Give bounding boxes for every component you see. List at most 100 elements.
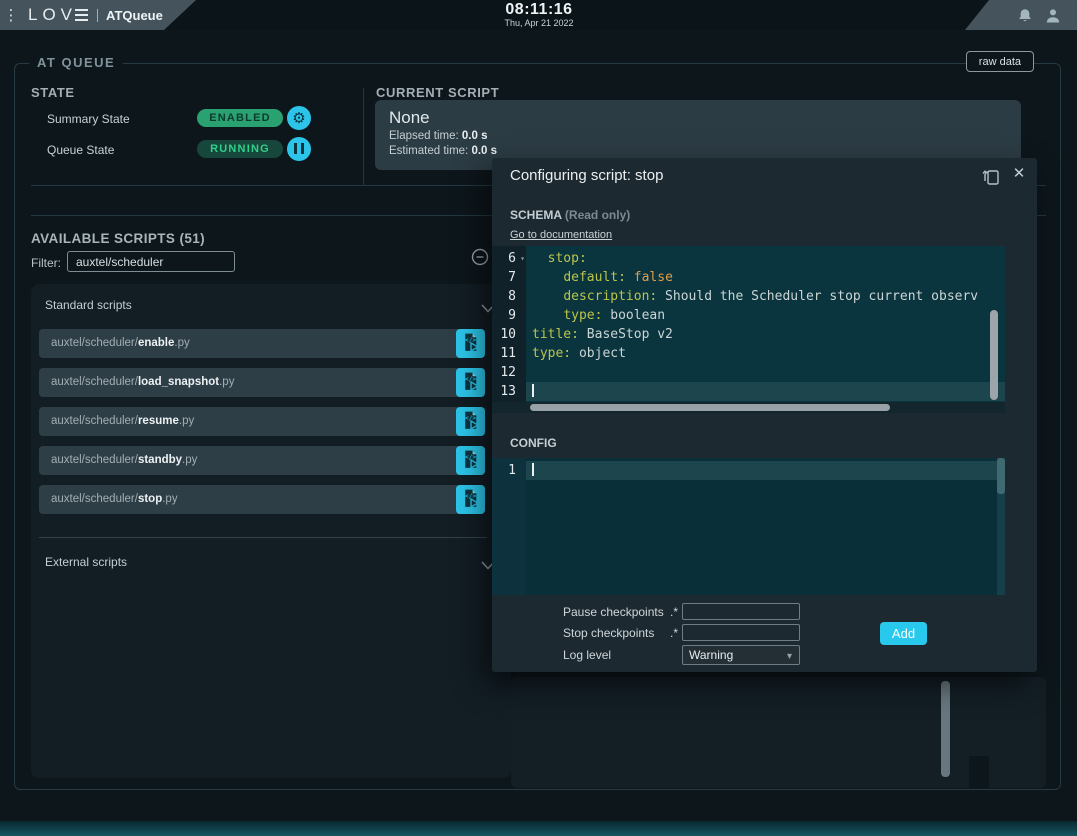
modal-title: Configuring script: stop [510,167,663,184]
summary-state-gear-button[interactable]: ⚙ [287,106,311,130]
code-line: 7 default: false [492,268,1005,287]
close-icon[interactable]: ✕ [1010,165,1028,183]
topbar-left-section: ⋮ LOV ATQueue [0,0,196,30]
vertical-scrollbar[interactable] [997,458,1005,494]
schema-code-editor[interactable]: 6▾ stop:7 default: false8 description: S… [492,246,1005,413]
script-file-icon: </> [460,488,481,512]
stop-checkpoints-label: Stop checkpoints [563,626,654,640]
line-number: 1 [492,461,526,480]
top-navigation-bar: ⋮ LOV ATQueue 08:11:16 Thu, Apr 21 2022 [0,0,1077,30]
script-list-item[interactable]: auxtel/scheduler/enable.py </> [39,329,485,358]
summary-state-label: Summary State [47,112,130,126]
elapsed-time: Elapsed time: 0.0 s [389,129,1021,144]
log-level-select[interactable]: Warning ▾ [682,645,800,665]
atqueue-view: ⋮ LOV ATQueue 08:11:16 Thu, Apr 21 2022 [0,0,1077,836]
notifications-bell-icon[interactable] [1017,8,1033,23]
pause-queue-button[interactable] [287,137,311,161]
script-path: auxtel/scheduler/load_snapshot.py [51,368,234,397]
launch-script-button[interactable]: </> [456,485,485,514]
estimated-time: Estimated time: 0.0 s [389,144,1021,159]
script-list-item[interactable]: auxtel/scheduler/resume.py </> [39,407,485,436]
section-divider [363,88,364,186]
page-title: ATQueue [106,8,163,23]
line-number: 11 [492,344,526,363]
launch-script-button[interactable]: </> [456,329,485,358]
available-scripts-title: AVAILABLE SCRIPTS (51) [31,231,205,246]
code-line: 13 [492,382,1005,401]
clock-date: Thu, Apr 21 2022 [468,18,610,28]
code-line: 11type: object [492,344,1005,363]
configure-script-modal: Configuring script: stop ✕ SCHEMA (Read … [492,158,1037,672]
stop-checkpoints-hint: .* [660,626,678,640]
script-path: auxtel/scheduler/resume.py [51,407,194,436]
launch-script-button[interactable]: </> [456,407,485,436]
menu-kebab-icon[interactable]: ⋮ [0,6,22,24]
log-level-label: Log level [563,648,611,662]
scripts-group-divider [39,537,487,538]
detach-window-icon[interactable] [978,167,1002,187]
scripts-list-container: Standard scripts auxtel/scheduler/enable… [31,284,511,778]
code-line: 10title: BaseStop v2 [492,325,1005,344]
script-path: auxtel/scheduler/stop.py [51,485,178,514]
stop-checkpoints-input[interactable] [682,624,800,641]
clock: 08:11:16 Thu, Apr 21 2022 [468,1,610,28]
script-list-item[interactable]: auxtel/scheduler/standby.py </> [39,446,485,475]
config-section-title: CONFIG [510,436,557,450]
clock-time: 08:11:16 [468,1,610,18]
code-line: 8 description: Should the Scheduler stop… [492,287,1005,306]
line-number: 10 [492,325,526,344]
code-line: 1 [492,461,1005,480]
user-account-icon[interactable] [1045,8,1061,23]
script-file-icon: </> [460,410,481,434]
summary-state-badge: ENABLED [197,109,283,127]
current-script-name: None [389,107,1021,129]
add-script-button[interactable]: Add [880,622,927,645]
text-cursor [532,463,534,476]
logo-separator [97,9,98,22]
text-cursor [532,384,534,397]
config-code-editor[interactable]: 1 [492,458,1005,595]
code-line: 12 [492,363,1005,382]
code-line: 6▾ stop: [492,249,1005,268]
line-number: 9 [492,306,526,325]
script-file-icon: </> [460,332,481,356]
current-script-title: CURRENT SCRIPT [376,85,499,100]
topbar-right-section [965,0,1077,30]
script-file-icon: </> [460,371,481,395]
vertical-scrollbar[interactable] [941,681,950,777]
line-number: 6▾ [492,249,526,268]
external-scripts-header[interactable]: External scripts [45,555,127,569]
finished-scripts-panel [511,677,1046,788]
gear-icon: ⚙ [292,111,305,126]
code-line: 9 type: boolean [492,306,1005,325]
script-file-icon: </> [460,449,481,473]
raw-data-button[interactable]: raw data [966,51,1034,72]
pause-checkpoints-hint: .* [660,605,678,619]
filter-label: Filter: [31,256,61,270]
queue-state-label: Queue State [47,143,114,157]
script-path: auxtel/scheduler/standby.py [51,446,197,475]
script-list-item[interactable]: auxtel/scheduler/load_snapshot.py </> [39,368,485,397]
pause-icon [292,142,306,157]
vertical-scrollbar[interactable] [990,310,998,400]
horizontal-scrollbar[interactable] [530,404,890,411]
read-only-note: (Read only) [565,208,630,222]
panel-legend: AT QUEUE [29,55,123,70]
schema-section-title: SCHEMA (Read only) [510,208,630,222]
launch-script-button[interactable]: </> [456,446,485,475]
panel-inset [969,756,989,788]
fold-caret-icon[interactable]: ▾ [520,249,525,268]
line-number: 7 [492,268,526,287]
script-path: auxtel/scheduler/enable.py [51,329,190,358]
queue-state-badge: RUNNING [197,140,283,158]
documentation-link[interactable]: Go to documentation [510,229,612,241]
filter-input[interactable] [67,251,235,272]
footer-bar [0,821,1077,836]
collapse-list-icon[interactable] [471,248,489,266]
logo-e-bars-icon [75,9,88,21]
pause-checkpoints-input[interactable] [682,603,800,620]
standard-scripts-header[interactable]: Standard scripts [45,298,132,312]
script-list-item[interactable]: auxtel/scheduler/stop.py </> [39,485,485,514]
pause-checkpoints-label: Pause checkpoints [563,605,664,619]
launch-script-button[interactable]: </> [456,368,485,397]
